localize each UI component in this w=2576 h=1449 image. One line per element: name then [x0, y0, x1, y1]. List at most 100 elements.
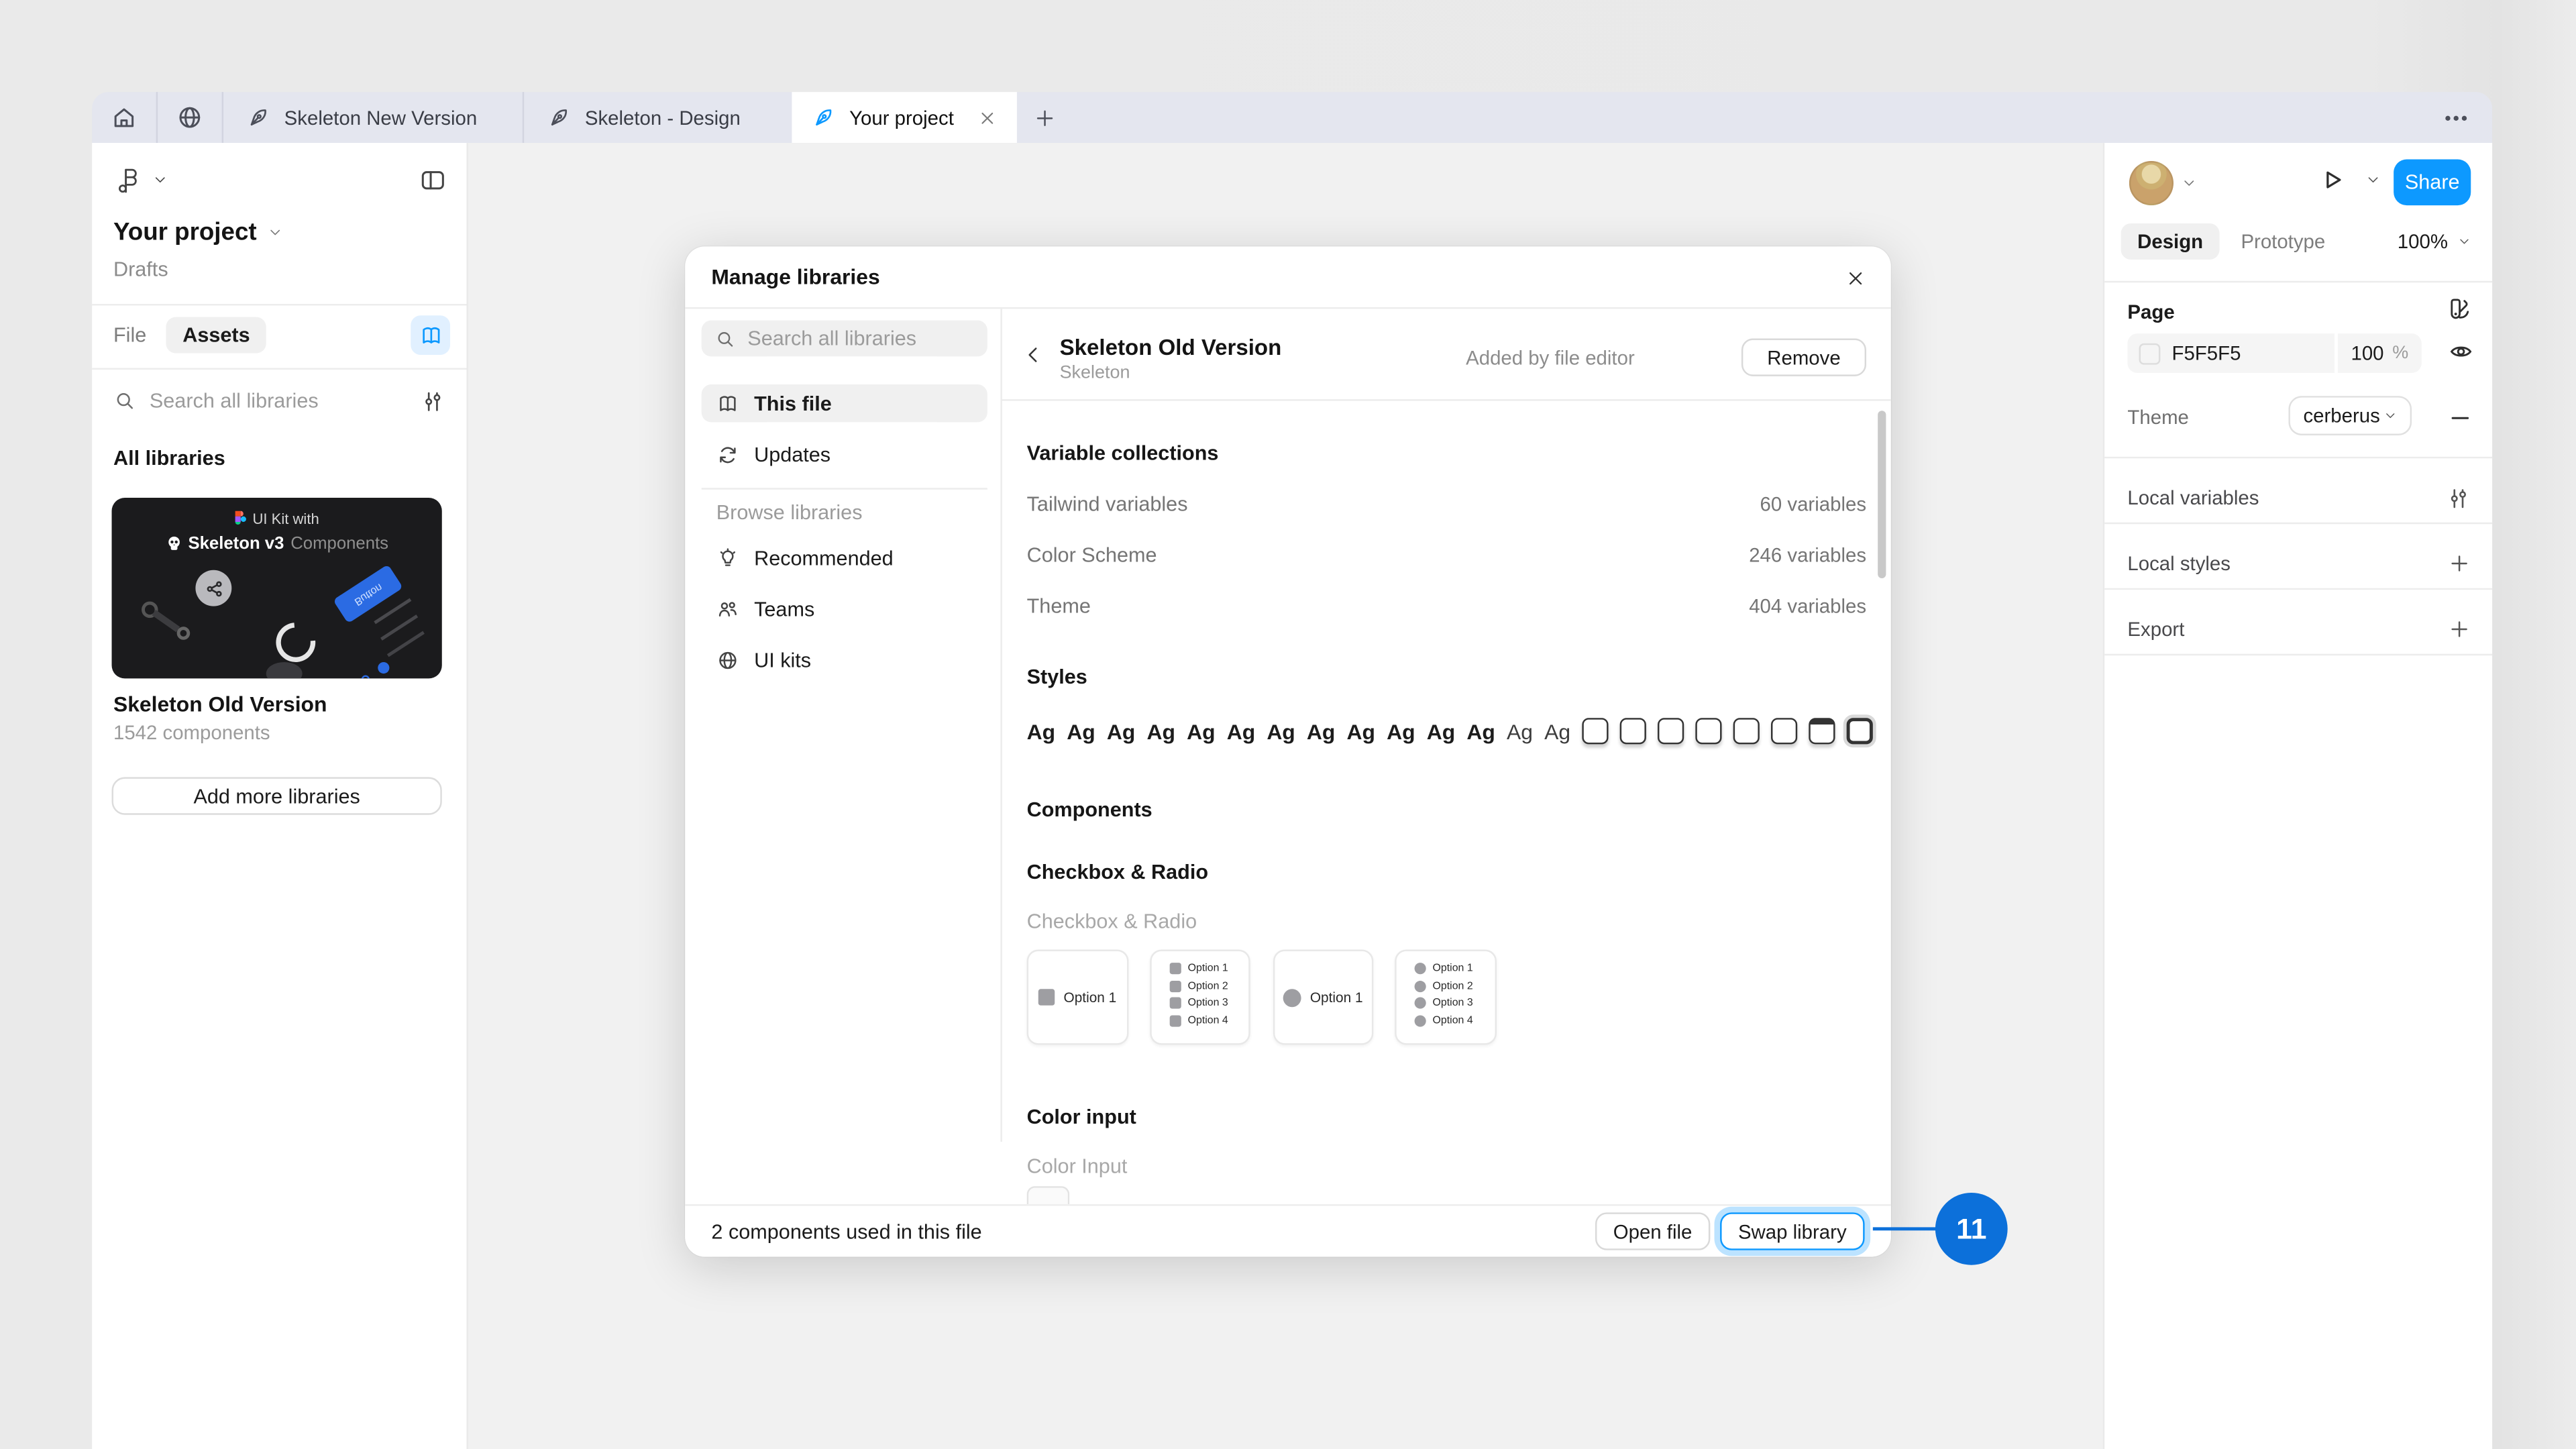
- topbar-more-button[interactable]: [2420, 92, 2492, 143]
- variable-row: Tailwind variables 60 variables: [1027, 493, 1866, 516]
- page-color-input[interactable]: F5F5F5: [2127, 333, 2334, 373]
- thumb-share-shape: [195, 570, 231, 606]
- local-variables-row[interactable]: Local variables: [2127, 473, 2471, 522]
- sidebar-search-input[interactable]: Search all libraries: [113, 389, 409, 412]
- option-label: Option 1: [1310, 989, 1363, 1005]
- modal-header: Manage libraries: [685, 246, 1891, 309]
- tab-skeleton-design[interactable]: Skeleton - Design: [524, 92, 792, 143]
- component-preview-checkbox-single[interactable]: Option 1: [1027, 950, 1129, 1045]
- file-icon: [246, 105, 271, 130]
- page-opacity-input[interactable]: 100 %: [2338, 333, 2422, 373]
- thumb-dot-shape: [362, 676, 370, 679]
- text-style-sample: Ag: [1427, 718, 1455, 743]
- text-style-sample: Ag: [1027, 718, 1055, 743]
- present-play-icon[interactable]: [2318, 166, 2347, 194]
- home-button[interactable]: [92, 92, 156, 143]
- tab-label: Your project: [849, 106, 964, 129]
- annotation-connector: [1873, 1227, 1939, 1231]
- plus-icon: [2448, 618, 2471, 641]
- chevron-down-icon: [153, 172, 168, 187]
- new-tab-button[interactable]: [1017, 92, 1073, 143]
- library-card-thumbnail[interactable]: UI Kit with Skeleton v3 Components: [112, 498, 442, 678]
- project-title: Your project: [113, 219, 257, 247]
- canvas-area[interactable]: Manage libraries Search all libraries Th…: [468, 143, 2103, 1449]
- nav-updates[interactable]: Updates: [702, 435, 987, 473]
- figma-color-logo-icon: [235, 511, 246, 527]
- thumb-ellipse-shape: [266, 662, 303, 678]
- swatch-book-icon: [2447, 296, 2473, 322]
- divider: [2104, 281, 2492, 282]
- option-label: Option 1: [1188, 963, 1228, 974]
- export-row[interactable]: Export: [2127, 604, 2471, 653]
- toggle-panel-button[interactable]: [419, 166, 447, 202]
- panel-toggle-icon: [419, 166, 447, 194]
- nav-this-file[interactable]: This file: [702, 384, 987, 422]
- variable-collections-heading: Variable collections: [1027, 442, 1219, 465]
- radio-glyph: [1415, 998, 1426, 1009]
- chevron-down-icon: [2458, 235, 2471, 248]
- effect-style-swatch: [1620, 718, 1646, 744]
- modal-search-input[interactable]: Search all libraries: [702, 321, 987, 357]
- library-button[interactable]: [411, 315, 450, 355]
- detail-subtitle: Skeleton: [1060, 363, 1130, 382]
- nav-recommended[interactable]: Recommended: [702, 539, 987, 576]
- browse-button[interactable]: [158, 92, 222, 143]
- effect-style-swatch: [1658, 718, 1684, 744]
- option-label: Option 1: [1433, 963, 1473, 974]
- component-preview-checkbox-group[interactable]: Option 1 Option 2 Option 3 Option 4: [1150, 950, 1250, 1045]
- tab-prototype[interactable]: Prototype: [2241, 230, 2325, 253]
- nav-teams[interactable]: Teams: [702, 590, 987, 627]
- divider: [1000, 399, 1890, 400]
- theme-label: Theme: [2127, 406, 2188, 429]
- tab-assets[interactable]: Assets: [166, 317, 266, 354]
- variable-value: 404 variables: [1749, 595, 1866, 618]
- page-color-visibility-button[interactable]: [2448, 338, 2474, 372]
- variable-row: Theme 404 variables: [1027, 595, 1866, 618]
- option-label: Option 4: [1433, 1014, 1473, 1026]
- component-preview-radio-group[interactable]: Option 1 Option 2 Option 3 Option 4: [1395, 950, 1497, 1045]
- remove-theme-button[interactable]: [2448, 406, 2473, 439]
- footer-summary: 2 components used in this file: [711, 1220, 981, 1242]
- manage-libraries-modal: Manage libraries Search all libraries Th…: [685, 246, 1891, 1256]
- component-preview-radio-single[interactable]: Option 1: [1273, 950, 1373, 1045]
- text-style-sample: Ag: [1507, 718, 1533, 743]
- add-more-libraries-button[interactable]: Add more libraries: [112, 777, 442, 814]
- open-file-button[interactable]: Open file: [1595, 1212, 1711, 1250]
- text-style-sample: Ag: [1107, 718, 1135, 743]
- nav-ui-kits[interactable]: UI kits: [702, 641, 987, 678]
- file-icon-active: [812, 105, 837, 130]
- all-libraries-heading: All libraries: [113, 447, 225, 470]
- added-by-label: Added by file editor: [1388, 347, 1634, 370]
- close-tab-icon[interactable]: [977, 107, 997, 127]
- zoom-dropdown[interactable]: 100%: [2398, 230, 2471, 253]
- tab-file[interactable]: File: [113, 323, 146, 346]
- page-swatches-button[interactable]: [2447, 296, 2473, 330]
- main-menu[interactable]: [115, 166, 167, 194]
- back-button[interactable]: [1022, 341, 1044, 371]
- radio-glyph: [1415, 1014, 1426, 1026]
- local-styles-row[interactable]: Local styles: [2127, 539, 2471, 588]
- project-title-dropdown[interactable]: Your project: [113, 219, 283, 247]
- chevron-down-icon: [2383, 409, 2397, 423]
- swap-library-button[interactable]: Swap library: [1720, 1212, 1865, 1250]
- tab-design[interactable]: Design: [2121, 223, 2220, 260]
- checkbox-glyph: [1170, 998, 1181, 1009]
- theme-dropdown[interactable]: cerberus: [2288, 396, 2412, 435]
- modal-close-button[interactable]: [1838, 261, 1871, 294]
- tab-your-project-active[interactable]: Your project: [792, 92, 1017, 143]
- remove-button[interactable]: Remove: [1741, 338, 1866, 376]
- modal-scrollbar[interactable]: [1878, 411, 1885, 578]
- chevron-down-icon[interactable]: [2366, 172, 2381, 187]
- effect-style-swatch: [1847, 718, 1873, 744]
- filter-button[interactable]: [421, 389, 445, 422]
- app-window: Skeleton New Version Skeleton - Design Y…: [92, 92, 2492, 1449]
- divider: [92, 368, 466, 370]
- library-book-icon: [418, 323, 443, 347]
- color-input-heading: Color input: [1027, 1106, 1136, 1128]
- book-icon: [716, 392, 739, 415]
- share-button[interactable]: Share: [2394, 160, 2471, 206]
- filter-sliders-icon: [421, 389, 445, 414]
- tab-skeleton-new-version[interactable]: Skeleton New Version: [223, 92, 523, 143]
- account-menu[interactable]: [2129, 161, 2196, 205]
- group-subtitle: Checkbox & Radio: [1027, 910, 1197, 933]
